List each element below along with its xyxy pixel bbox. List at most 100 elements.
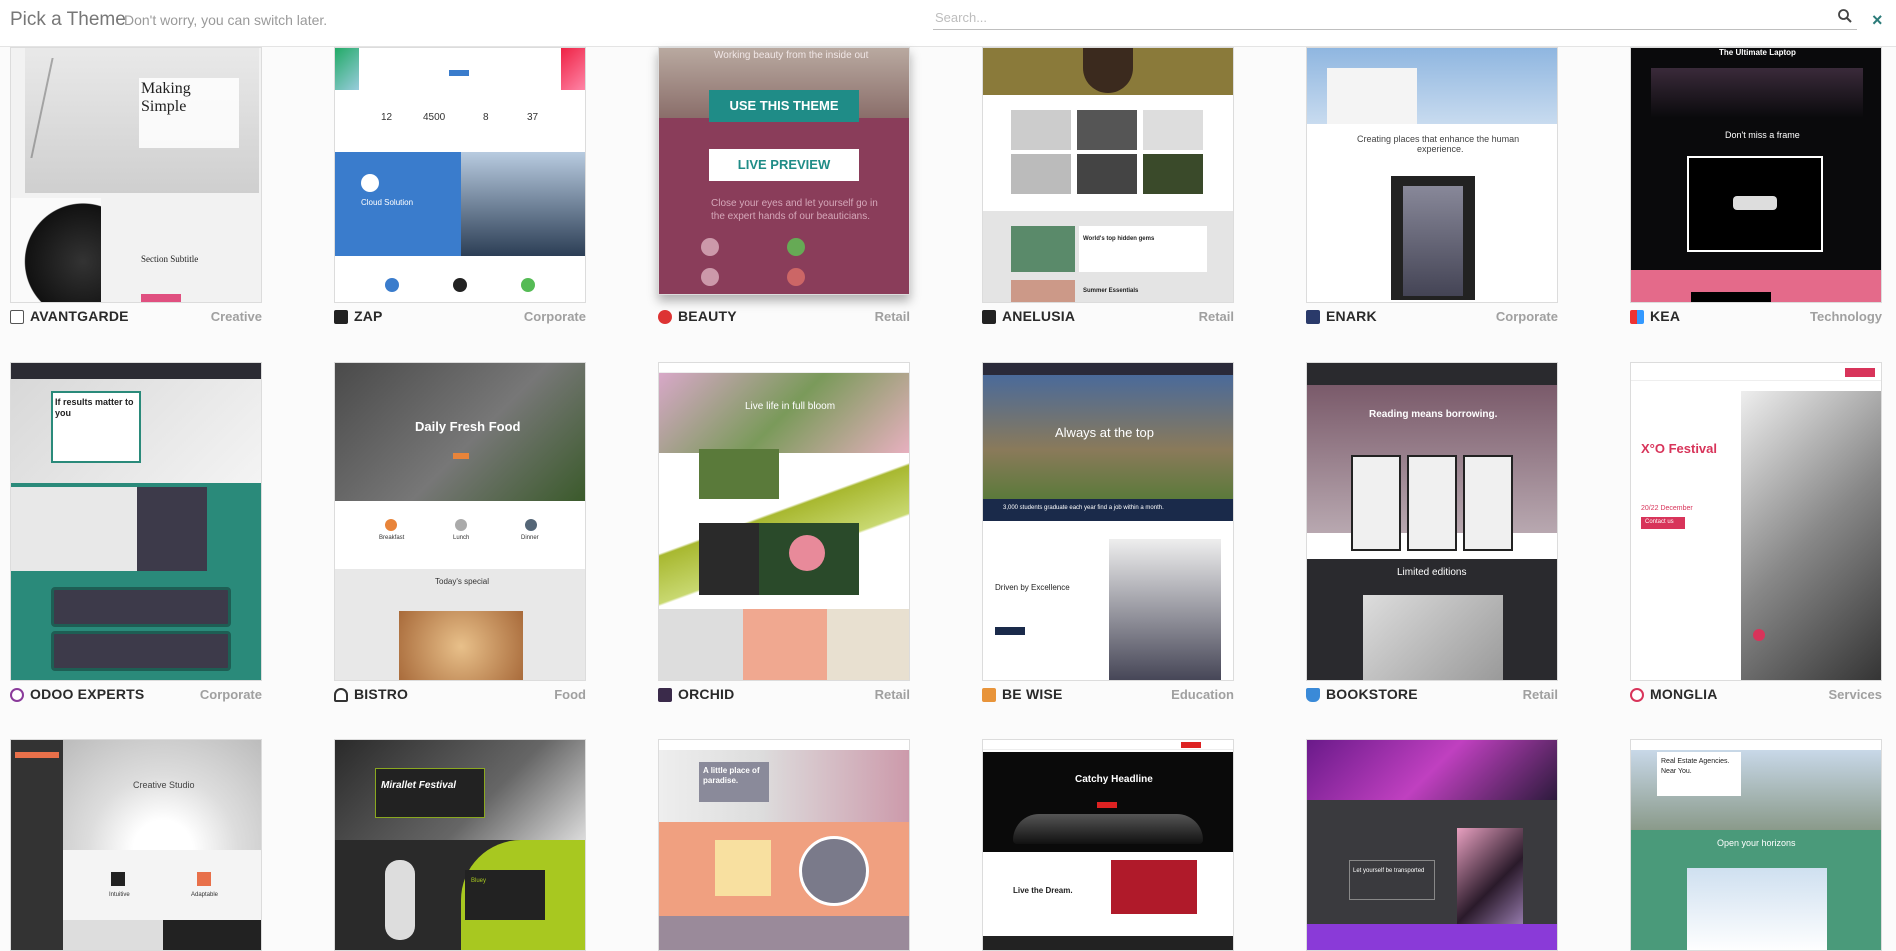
doorway-inner bbox=[1403, 186, 1463, 296]
theme-preview[interactable]: If results matter to you bbox=[10, 362, 262, 681]
car-image bbox=[1013, 814, 1203, 844]
footer-block bbox=[1691, 292, 1771, 302]
close-icon[interactable]: × bbox=[1872, 10, 1883, 31]
theme-preview[interactable]: A little place of paradise. bbox=[658, 739, 910, 951]
laptop-image bbox=[1651, 68, 1863, 118]
theme-name: ORCHID bbox=[678, 686, 735, 702]
theme-preview[interactable]: Let yourself be transported bbox=[1306, 739, 1558, 951]
flower-image bbox=[743, 609, 827, 680]
photo bbox=[1143, 154, 1203, 194]
building-image bbox=[1327, 68, 1417, 124]
feature-icon bbox=[453, 278, 467, 292]
feature-icon bbox=[521, 278, 535, 292]
footer-band bbox=[659, 916, 909, 950]
preview-text: Close your eyes and let yourself go in bbox=[711, 198, 878, 209]
preview-text: World's top hidden gems bbox=[1083, 236, 1155, 242]
theme-meta: ANELUSIA Retail bbox=[982, 307, 1234, 327]
rose bbox=[789, 535, 825, 571]
preview-button bbox=[449, 70, 469, 76]
preview-heading: Catchy Headline bbox=[1075, 774, 1153, 785]
theme-preview[interactable]: 12 4500 8 37 Cloud Solution bbox=[334, 47, 586, 303]
graduation-image bbox=[1109, 539, 1221, 680]
text-card bbox=[1349, 860, 1435, 900]
preview-heading: X°O Festival bbox=[1641, 441, 1718, 456]
theme-preview[interactable]: The Ultimate Laptop Don't miss a frame bbox=[1630, 47, 1882, 303]
preview-image bbox=[561, 48, 585, 90]
live-preview-button[interactable]: LIVE PREVIEW bbox=[709, 149, 859, 181]
preview-text: Near You. bbox=[1661, 768, 1692, 775]
preview-heading: Mirallet Festival bbox=[381, 780, 457, 791]
preview-text: Today's special bbox=[435, 577, 489, 586]
theme-name: BEAUTY bbox=[678, 308, 737, 324]
theme-preview[interactable]: Daily Fresh Food Breakfast Lunch Dinner … bbox=[334, 362, 586, 681]
theme-category: Services bbox=[1828, 687, 1883, 702]
theme-preview[interactable]: Real Estate Agencies. Near You. Open you… bbox=[1630, 739, 1882, 951]
hero-card bbox=[375, 768, 485, 818]
preview-button bbox=[1097, 802, 1117, 808]
avatar bbox=[701, 238, 719, 256]
theme-preview[interactable]: Working beauty from the inside out Close… bbox=[658, 47, 910, 295]
preview-heading: Always at the top bbox=[1055, 425, 1154, 440]
theme-name: BE WISE bbox=[1002, 686, 1063, 702]
preview-text: Real Estate Agencies. bbox=[1661, 758, 1730, 765]
zap-logo-icon bbox=[334, 310, 348, 324]
preview-text: Summer Essentials bbox=[1083, 288, 1139, 294]
tulip-image bbox=[699, 449, 779, 499]
feature-card bbox=[51, 631, 231, 671]
preview-section: Section Subtitle bbox=[141, 254, 199, 264]
book-card bbox=[1351, 455, 1401, 551]
theme-preview[interactable]: Reading means borrowing. Limited edition… bbox=[1306, 362, 1558, 681]
odoo-logo-icon bbox=[10, 688, 24, 702]
preview-text: Driven by Excellence bbox=[995, 583, 1070, 592]
theme-meta: ODOO EXPERTS Corporate bbox=[10, 685, 262, 705]
photo bbox=[1143, 110, 1203, 150]
orchid-logo-icon bbox=[658, 688, 672, 702]
page-title: Pick a Theme bbox=[10, 9, 126, 30]
preview-button bbox=[141, 294, 181, 302]
theme-preview[interactable]: Creative Studio Intuitive Adaptable bbox=[10, 739, 262, 951]
preview-text: experience. bbox=[1417, 144, 1464, 154]
page-subtitle: Don't worry, you can switch later. bbox=[124, 12, 328, 28]
preview-text: A little place of bbox=[703, 766, 760, 775]
theme-preview[interactable]: World's top hidden gems Summer Essential… bbox=[982, 47, 1234, 303]
theme-meta: MONGLIA Services bbox=[1630, 685, 1882, 705]
theme-name: AVANTGARDE bbox=[30, 308, 129, 324]
search-icon[interactable] bbox=[1837, 8, 1853, 24]
theme-preview[interactable]: Creating places that enhance the human e… bbox=[1306, 47, 1558, 303]
theme-category: Retail bbox=[1522, 687, 1558, 702]
theme-meta: BISTRO Food bbox=[334, 685, 586, 705]
theme-category: Retail bbox=[874, 687, 910, 702]
theme-name: ENARK bbox=[1326, 308, 1377, 324]
theme-preview[interactable]: X°O Festival 20/22 December Contact us bbox=[1630, 362, 1882, 681]
hero-image bbox=[63, 740, 261, 850]
enark-logo-icon bbox=[1306, 310, 1320, 324]
sidebar-item bbox=[15, 752, 59, 758]
theme-name: ZAP bbox=[354, 308, 383, 324]
theme-category: Retail bbox=[1198, 309, 1234, 324]
preview-text: Contact us bbox=[1645, 519, 1674, 525]
preview-text: The Ultimate Laptop bbox=[1719, 48, 1796, 57]
footer-band bbox=[983, 936, 1233, 950]
theme-meta: BOOKSTORE Retail bbox=[1306, 685, 1558, 705]
preview-text: If results matter to bbox=[55, 397, 134, 407]
nav-button bbox=[1181, 742, 1201, 748]
feature-icon bbox=[111, 872, 125, 886]
search-input[interactable] bbox=[933, 6, 1823, 28]
theme-preview[interactable]: Catchy Headline Live the Dream. bbox=[982, 739, 1234, 951]
villa-image bbox=[1687, 868, 1827, 950]
stat: 12 bbox=[381, 112, 393, 123]
theme-preview[interactable]: Making Simple Section Subtitle bbox=[10, 47, 262, 303]
beauty-logo-icon bbox=[658, 310, 672, 324]
theme-preview[interactable]: Always at the top 3,000 students graduat… bbox=[982, 362, 1234, 681]
preview-text: paradise. bbox=[703, 776, 739, 785]
theme-preview[interactable]: Mirallet Festival Bluey bbox=[334, 739, 586, 951]
photo bbox=[1077, 154, 1137, 194]
preview-text: Cloud Solution bbox=[361, 198, 414, 207]
use-this-theme-button[interactable]: USE THIS THEME bbox=[709, 90, 859, 122]
theme-preview[interactable]: Live life in full bloom bbox=[658, 362, 910, 681]
avatar bbox=[701, 268, 719, 286]
stat: 8 bbox=[483, 112, 489, 123]
theme-meta: ENARK Corporate bbox=[1306, 307, 1558, 327]
preview-image bbox=[335, 48, 359, 90]
preview-heading: Open your horizons bbox=[1717, 838, 1796, 848]
